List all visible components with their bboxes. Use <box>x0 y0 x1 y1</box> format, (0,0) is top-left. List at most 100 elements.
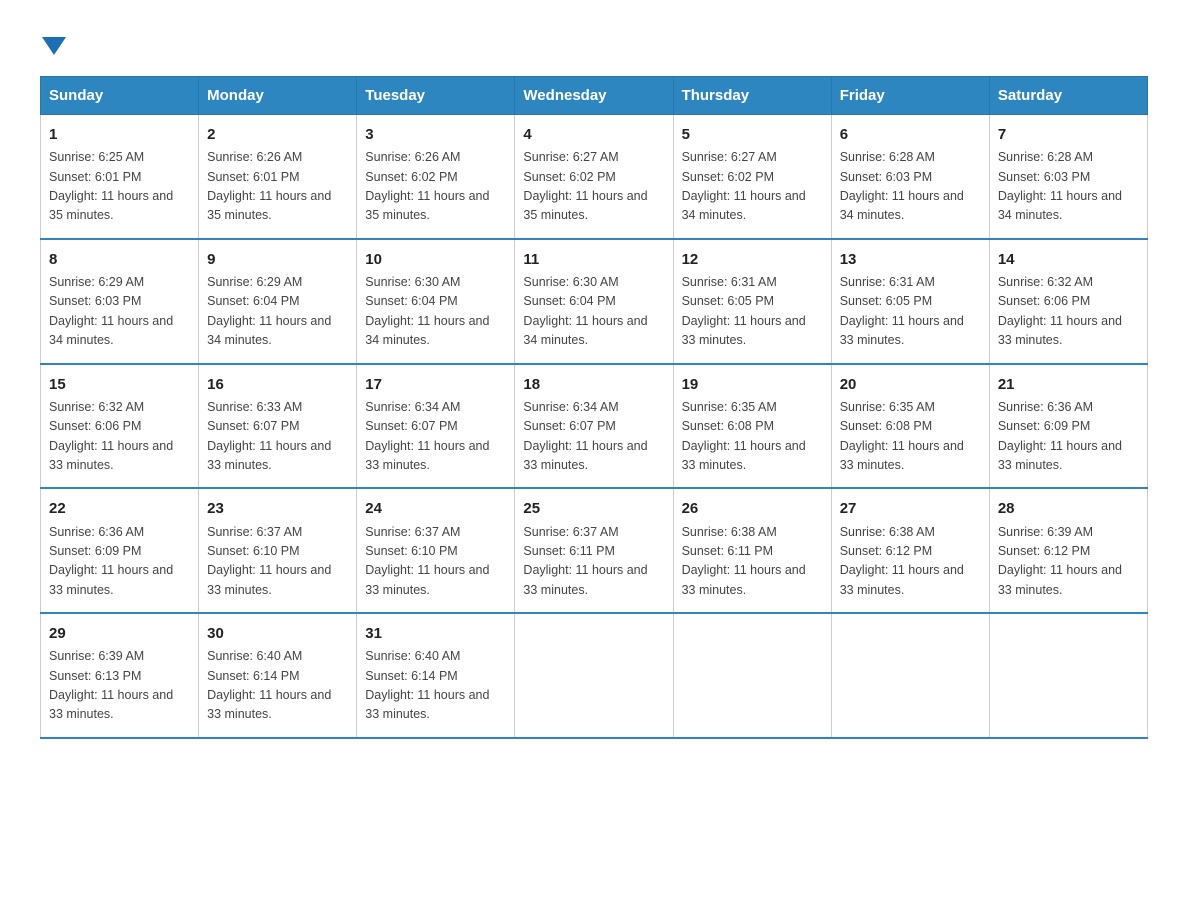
calendar-table: SundayMondayTuesdayWednesdayThursdayFrid… <box>40 76 1148 739</box>
page-header <box>40 30 1148 56</box>
calendar-cell: 20 Sunrise: 6:35 AMSunset: 6:08 PMDayligh… <box>831 364 989 489</box>
calendar-week-row: 8 Sunrise: 6:29 AMSunset: 6:03 PMDaylight… <box>41 239 1148 364</box>
day-detail: Sunrise: 6:27 AMSunset: 6:02 PMDaylight:… <box>682 150 806 222</box>
day-number: 27 <box>840 497 981 520</box>
logo-triangle-icon <box>42 37 66 55</box>
day-detail: Sunrise: 6:26 AMSunset: 6:02 PMDaylight:… <box>365 150 489 222</box>
day-detail: Sunrise: 6:38 AMSunset: 6:11 PMDaylight:… <box>682 525 806 597</box>
day-detail: Sunrise: 6:34 AMSunset: 6:07 PMDaylight:… <box>523 400 647 472</box>
day-detail: Sunrise: 6:35 AMSunset: 6:08 PMDaylight:… <box>682 400 806 472</box>
calendar-header-row: SundayMondayTuesdayWednesdayThursdayFrid… <box>41 77 1148 115</box>
calendar-cell: 13 Sunrise: 6:31 AMSunset: 6:05 PMDayligh… <box>831 239 989 364</box>
calendar-cell <box>989 613 1147 738</box>
header-friday: Friday <box>831 77 989 115</box>
day-number: 9 <box>207 248 348 271</box>
calendar-cell: 25 Sunrise: 6:37 AMSunset: 6:11 PMDayligh… <box>515 488 673 613</box>
day-number: 25 <box>523 497 664 520</box>
day-detail: Sunrise: 6:30 AMSunset: 6:04 PMDaylight:… <box>365 275 489 347</box>
header-thursday: Thursday <box>673 77 831 115</box>
day-detail: Sunrise: 6:37 AMSunset: 6:10 PMDaylight:… <box>207 525 331 597</box>
calendar-cell: 11Sunrise: 6:30 AMSunset: 6:04 PMDayligh… <box>515 239 673 364</box>
calendar-cell <box>673 613 831 738</box>
day-detail: Sunrise: 6:40 AMSunset: 6:14 PMDaylight:… <box>207 649 331 721</box>
day-number: 15 <box>49 373 190 396</box>
day-number: 18 <box>523 373 664 396</box>
header-wednesday: Wednesday <box>515 77 673 115</box>
day-number: 19 <box>682 373 823 396</box>
calendar-cell: 28Sunrise: 6:39 AMSunset: 6:12 PMDayligh… <box>989 488 1147 613</box>
day-number: 2 <box>207 123 348 146</box>
day-detail: Sunrise: 6:39 AMSunset: 6:12 PMDaylight:… <box>998 525 1122 597</box>
day-number: 29 <box>49 622 190 645</box>
calendar-cell: 22Sunrise: 6:36 AMSunset: 6:09 PMDayligh… <box>41 488 199 613</box>
calendar-cell: 7 Sunrise: 6:28 AMSunset: 6:03 PMDaylight… <box>989 115 1147 239</box>
day-number: 10 <box>365 248 506 271</box>
day-detail: Sunrise: 6:36 AMSunset: 6:09 PMDaylight:… <box>49 525 173 597</box>
calendar-cell: 15Sunrise: 6:32 AMSunset: 6:06 PMDayligh… <box>41 364 199 489</box>
day-detail: Sunrise: 6:27 AMSunset: 6:02 PMDaylight:… <box>523 150 647 222</box>
calendar-cell: 1 Sunrise: 6:25 AMSunset: 6:01 PMDaylight… <box>41 115 199 239</box>
day-detail: Sunrise: 6:37 AMSunset: 6:10 PMDaylight:… <box>365 525 489 597</box>
day-detail: Sunrise: 6:25 AMSunset: 6:01 PMDaylight:… <box>49 150 173 222</box>
calendar-cell: 21 Sunrise: 6:36 AMSunset: 6:09 PMDayligh… <box>989 364 1147 489</box>
calendar-cell: 26 Sunrise: 6:38 AMSunset: 6:11 PMDayligh… <box>673 488 831 613</box>
calendar-cell: 12 Sunrise: 6:31 AMSunset: 6:05 PMDayligh… <box>673 239 831 364</box>
calendar-cell: 8 Sunrise: 6:29 AMSunset: 6:03 PMDaylight… <box>41 239 199 364</box>
day-number: 21 <box>998 373 1139 396</box>
calendar-cell <box>831 613 989 738</box>
calendar-week-row: 1 Sunrise: 6:25 AMSunset: 6:01 PMDaylight… <box>41 115 1148 239</box>
day-detail: Sunrise: 6:36 AMSunset: 6:09 PMDaylight:… <box>998 400 1122 472</box>
day-number: 8 <box>49 248 190 271</box>
logo <box>40 30 68 56</box>
calendar-cell: 18 Sunrise: 6:34 AMSunset: 6:07 PMDayligh… <box>515 364 673 489</box>
calendar-cell: 17 Sunrise: 6:34 AMSunset: 6:07 PMDayligh… <box>357 364 515 489</box>
day-number: 31 <box>365 622 506 645</box>
day-number: 17 <box>365 373 506 396</box>
day-detail: Sunrise: 6:38 AMSunset: 6:12 PMDaylight:… <box>840 525 964 597</box>
header-saturday: Saturday <box>989 77 1147 115</box>
calendar-cell: 31 Sunrise: 6:40 AMSunset: 6:14 PMDayligh… <box>357 613 515 738</box>
calendar-cell: 30 Sunrise: 6:40 AMSunset: 6:14 PMDayligh… <box>199 613 357 738</box>
day-detail: Sunrise: 6:39 AMSunset: 6:13 PMDaylight:… <box>49 649 173 721</box>
day-number: 1 <box>49 123 190 146</box>
day-detail: Sunrise: 6:31 AMSunset: 6:05 PMDaylight:… <box>682 275 806 347</box>
day-number: 20 <box>840 373 981 396</box>
calendar-cell: 24 Sunrise: 6:37 AMSunset: 6:10 PMDayligh… <box>357 488 515 613</box>
day-detail: Sunrise: 6:32 AMSunset: 6:06 PMDaylight:… <box>998 275 1122 347</box>
calendar-cell: 4Sunrise: 6:27 AMSunset: 6:02 PMDaylight… <box>515 115 673 239</box>
day-detail: Sunrise: 6:35 AMSunset: 6:08 PMDaylight:… <box>840 400 964 472</box>
day-number: 6 <box>840 123 981 146</box>
calendar-cell: 14 Sunrise: 6:32 AMSunset: 6:06 PMDayligh… <box>989 239 1147 364</box>
day-number: 26 <box>682 497 823 520</box>
calendar-cell: 5 Sunrise: 6:27 AMSunset: 6:02 PMDaylight… <box>673 115 831 239</box>
day-detail: Sunrise: 6:26 AMSunset: 6:01 PMDaylight:… <box>207 150 331 222</box>
calendar-week-row: 29 Sunrise: 6:39 AMSunset: 6:13 PMDayligh… <box>41 613 1148 738</box>
day-detail: Sunrise: 6:37 AMSunset: 6:11 PMDaylight:… <box>523 525 647 597</box>
day-number: 13 <box>840 248 981 271</box>
calendar-cell: 2 Sunrise: 6:26 AMSunset: 6:01 PMDaylight… <box>199 115 357 239</box>
header-tuesday: Tuesday <box>357 77 515 115</box>
day-number: 7 <box>998 123 1139 146</box>
day-number: 16 <box>207 373 348 396</box>
calendar-cell: 19 Sunrise: 6:35 AMSunset: 6:08 PMDayligh… <box>673 364 831 489</box>
day-detail: Sunrise: 6:30 AMSunset: 6:04 PMDaylight:… <box>523 275 647 347</box>
day-number: 24 <box>365 497 506 520</box>
calendar-cell: 9Sunrise: 6:29 AMSunset: 6:04 PMDaylight… <box>199 239 357 364</box>
calendar-cell: 10 Sunrise: 6:30 AMSunset: 6:04 PMDayligh… <box>357 239 515 364</box>
day-detail: Sunrise: 6:33 AMSunset: 6:07 PMDaylight:… <box>207 400 331 472</box>
day-number: 5 <box>682 123 823 146</box>
day-number: 30 <box>207 622 348 645</box>
day-number: 14 <box>998 248 1139 271</box>
header-monday: Monday <box>199 77 357 115</box>
day-detail: Sunrise: 6:28 AMSunset: 6:03 PMDaylight:… <box>998 150 1122 222</box>
calendar-cell: 16 Sunrise: 6:33 AMSunset: 6:07 PMDayligh… <box>199 364 357 489</box>
day-number: 3 <box>365 123 506 146</box>
day-detail: Sunrise: 6:28 AMSunset: 6:03 PMDaylight:… <box>840 150 964 222</box>
header-sunday: Sunday <box>41 77 199 115</box>
day-detail: Sunrise: 6:31 AMSunset: 6:05 PMDaylight:… <box>840 275 964 347</box>
day-number: 12 <box>682 248 823 271</box>
day-number: 23 <box>207 497 348 520</box>
day-detail: Sunrise: 6:34 AMSunset: 6:07 PMDaylight:… <box>365 400 489 472</box>
day-detail: Sunrise: 6:40 AMSunset: 6:14 PMDaylight:… <box>365 649 489 721</box>
day-detail: Sunrise: 6:29 AMSunset: 6:03 PMDaylight:… <box>49 275 173 347</box>
